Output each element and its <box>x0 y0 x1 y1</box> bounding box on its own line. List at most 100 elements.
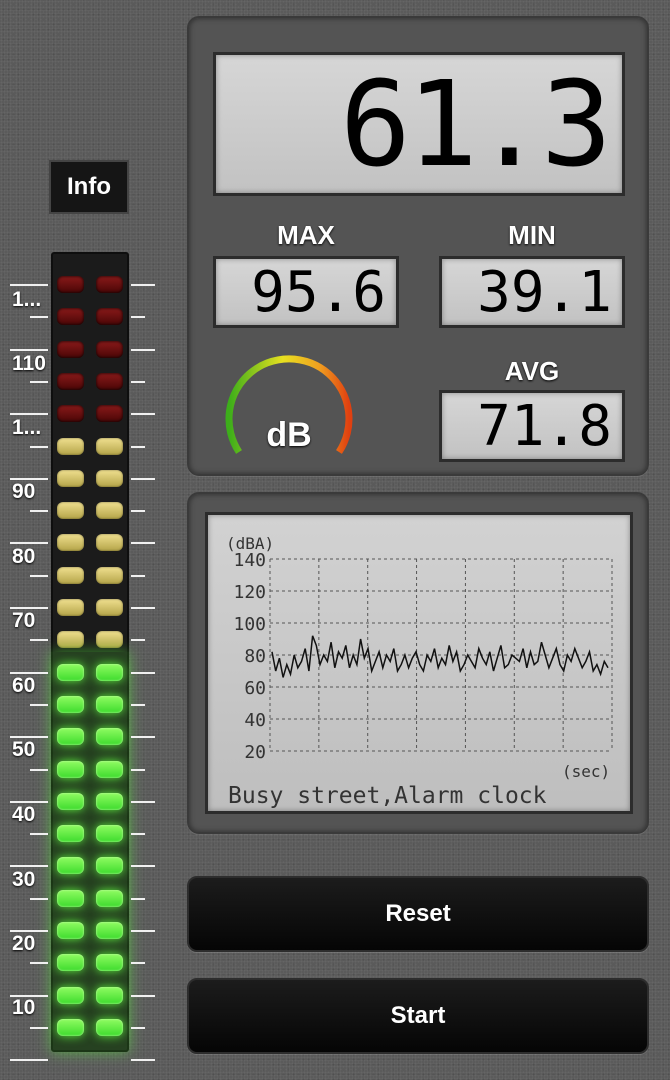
led-segment <box>96 276 123 293</box>
led-segment <box>57 469 84 487</box>
led-segment <box>96 405 123 423</box>
scale-tick <box>131 865 155 868</box>
led-segment <box>96 340 123 358</box>
scale-tick <box>30 962 48 965</box>
led-segment <box>96 728 123 746</box>
scale-label: 10 <box>12 996 36 1019</box>
led-segment <box>96 760 123 778</box>
scale-tick <box>30 1026 48 1029</box>
scale-tick <box>131 542 155 545</box>
led-segment <box>57 1018 84 1036</box>
reset-button[interactable]: Reset <box>187 876 649 952</box>
led-segment <box>96 857 123 875</box>
y-tick-label: 40 <box>244 710 266 731</box>
level-meter <box>51 252 129 1052</box>
y-unit-label: (dBA) <box>226 534 274 553</box>
start-button[interactable]: Start <box>187 978 649 1054</box>
current-level-display: 61.3 <box>213 52 625 196</box>
scale-tick <box>30 510 48 513</box>
scale-tick <box>131 316 145 319</box>
led-segment <box>96 631 123 649</box>
scale-tick <box>10 348 48 351</box>
max-label: MAX <box>277 220 335 250</box>
scale-tick <box>30 897 48 900</box>
led-segment <box>57 695 84 713</box>
graph-panel: 140 120 100 80 60 40 20 (dBA) (sec) Busy street,A… <box>187 492 649 834</box>
scale-tick <box>131 380 145 383</box>
scale-label: 80 <box>12 545 36 568</box>
scale-tick <box>10 1059 48 1062</box>
scale-label: 20 <box>12 932 36 955</box>
min-value-display: 39.1 <box>439 256 625 328</box>
info-button[interactable]: Info <box>49 160 129 214</box>
scale-tick <box>131 348 155 351</box>
x-unit-label: (sec) <box>562 762 610 781</box>
led-segment <box>57 566 84 584</box>
gauge-unit-label: dB <box>266 416 312 454</box>
led-segment <box>57 437 84 455</box>
scale-tick <box>131 897 145 900</box>
scale-tick <box>131 574 145 577</box>
scale-tick <box>10 413 48 416</box>
display-panel: 61.3 MAX 95.6 MIN 39.1 AVG 71.8 dB <box>187 16 649 476</box>
led-segment <box>96 437 123 455</box>
y-tick-label: 60 <box>244 678 266 699</box>
scale-label: 1... <box>12 288 42 311</box>
led-segment <box>57 922 84 939</box>
led-segment <box>57 663 84 681</box>
led-segment <box>96 792 123 810</box>
scale-tick <box>131 962 145 965</box>
y-tick-label: 140 <box>233 550 266 571</box>
led-segment <box>96 469 123 487</box>
scale-tick <box>131 930 155 932</box>
scale-tick <box>30 703 48 706</box>
led-segment <box>96 954 123 972</box>
led-segment <box>57 534 84 552</box>
scale-tick <box>131 607 155 609</box>
scale-tick <box>131 1026 145 1029</box>
scale-tick <box>131 477 155 480</box>
scale-label: 110 <box>12 352 46 375</box>
scale-tick <box>30 445 48 448</box>
led-segment <box>57 728 84 746</box>
led-segment <box>96 889 123 907</box>
scale-tick <box>131 994 155 997</box>
led-segment <box>57 889 84 907</box>
led-segment <box>96 986 123 1004</box>
led-segment <box>57 954 84 972</box>
led-segment <box>57 792 84 810</box>
scale-label: 50 <box>12 738 36 761</box>
led-segment <box>96 566 123 584</box>
scale-tick <box>30 316 48 319</box>
graph-lcd: 140 120 100 80 60 40 20 (dBA) (sec) Busy street,A… <box>205 512 633 814</box>
led-segment <box>57 502 84 520</box>
scale-tick <box>131 800 155 803</box>
avg-value-display: 71.8 <box>439 390 625 462</box>
scale-label: 60 <box>12 674 36 697</box>
led-segment <box>96 825 123 843</box>
led-segment <box>96 695 123 713</box>
scale-tick <box>131 703 145 706</box>
scale-label: 70 <box>12 609 36 632</box>
led-segment <box>57 405 84 423</box>
max-value-display: 95.6 <box>213 256 399 328</box>
scale-tick <box>10 284 48 286</box>
scale-tick <box>131 284 155 286</box>
scale-tick <box>30 639 48 642</box>
led-segment <box>96 663 123 681</box>
scale-tick <box>30 768 48 771</box>
scale-tick <box>30 833 48 836</box>
min-label: MIN <box>508 220 556 250</box>
scale-tick <box>30 574 48 577</box>
y-tick-label: 20 <box>244 742 266 763</box>
y-tick-label: 120 <box>233 582 266 603</box>
scale-tick <box>131 736 155 739</box>
avg-label: AVG <box>504 356 560 386</box>
scale-tick <box>131 671 155 674</box>
level-history-chart: 140 120 100 80 60 40 20 (dBA) (sec) Busy street,A… <box>226 534 613 809</box>
scale-label: 90 <box>12 480 36 503</box>
graph-caption: Busy street,Alarm clock <box>228 783 547 809</box>
y-tick-label: 100 <box>233 614 266 635</box>
led-segment <box>57 825 84 843</box>
scale-tick <box>131 510 145 513</box>
